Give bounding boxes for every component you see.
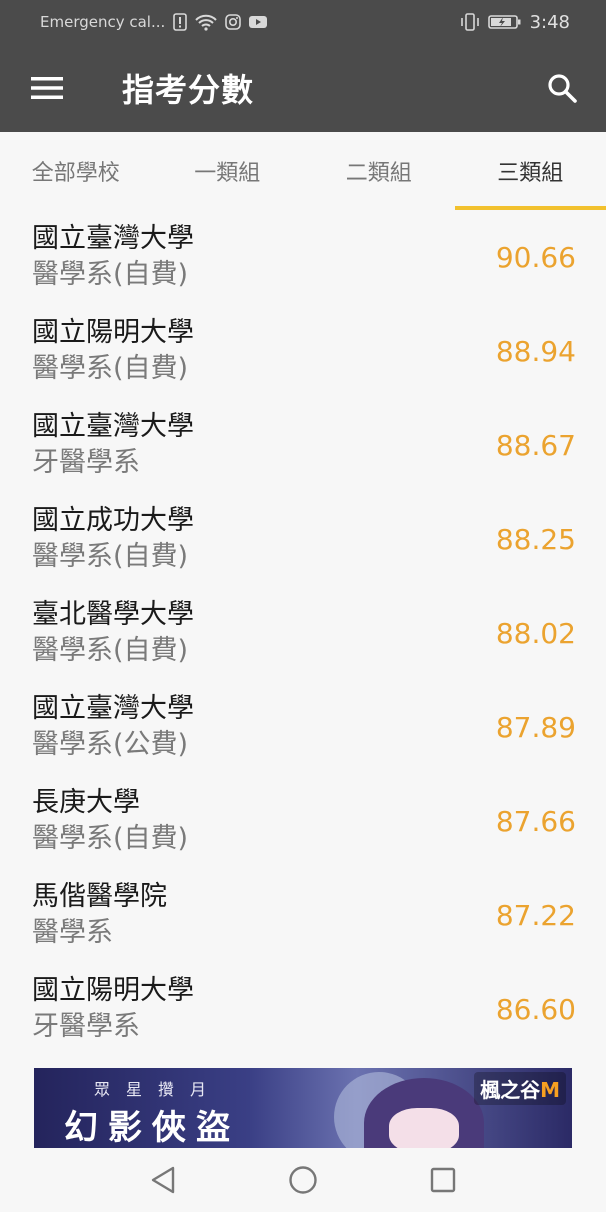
home-button[interactable] — [283, 1160, 323, 1200]
status-left: Emergency cal... — [40, 13, 268, 31]
status-time: 3:48 — [529, 11, 570, 33]
search-button[interactable] — [518, 44, 606, 132]
battery-icon — [487, 14, 522, 30]
school-name: 國立陽明大學 — [32, 975, 194, 1006]
school-name: 長庚大學 — [32, 787, 140, 818]
department-name: 醫學系(自費) — [32, 635, 189, 666]
ad-logo: 楓之谷M — [474, 1072, 566, 1105]
department-name: 醫學系 — [32, 917, 113, 948]
home-icon — [289, 1166, 317, 1194]
list-item-text: 國立臺灣大學 醫學系(公費) — [32, 691, 194, 763]
list-item[interactable]: 國立陽明大學 醫學系(自費) 88.94 — [0, 304, 606, 398]
score-list: 國立臺灣大學 醫學系(自費) 90.66 國立陽明大學 醫學系(自費) 88.9… — [0, 210, 606, 1056]
search-icon — [548, 74, 577, 103]
sim-alert-icon — [173, 13, 188, 31]
list-item[interactable]: 長庚大學 醫學系(自費) 87.66 — [0, 774, 606, 868]
school-name: 國立臺灣大學 — [32, 693, 194, 724]
school-name: 臺北醫學大學 — [32, 599, 194, 630]
list-item[interactable]: 國立陽明大學 牙醫學系 86.60 — [0, 962, 606, 1056]
list-item-text: 國立臺灣大學 牙醫學系 — [32, 409, 194, 481]
menu-button[interactable] — [0, 44, 94, 132]
school-name: 馬偕醫學院 — [32, 881, 167, 912]
score-value: 88.25 — [495, 522, 576, 556]
wifi-icon — [195, 13, 217, 31]
system-nav-bar — [0, 1148, 606, 1212]
school-name: 國立臺灣大學 — [32, 411, 194, 442]
status-right: 3:48 — [460, 12, 570, 33]
list-item-text: 國立陽明大學 醫學系(自費) — [32, 315, 194, 387]
list-item[interactable]: 臺北醫學大學 醫學系(自費) 88.02 — [0, 586, 606, 680]
list-item[interactable]: 國立臺灣大學 醫學系(自費) 90.66 — [0, 210, 606, 304]
list-item-text: 長庚大學 醫學系(自費) — [32, 785, 188, 857]
youtube-icon — [249, 15, 268, 29]
score-value: 87.89 — [495, 710, 576, 744]
school-name: 國立成功大學 — [32, 505, 194, 536]
ad-title: 幻影俠盜 — [64, 1108, 240, 1148]
list-item-text: 國立陽明大學 牙醫學系 — [32, 973, 194, 1045]
category-tabs: 全部學校 一類組 二類組 三類組 — [0, 132, 606, 210]
vibrate-icon — [460, 13, 480, 31]
app-bar: 指考分數 — [0, 44, 606, 132]
school-name: 國立陽明大學 — [32, 317, 194, 348]
back-button[interactable] — [143, 1160, 183, 1200]
status-bar: Emergency cal... 3:48 — [0, 0, 606, 44]
score-value: 88.02 — [495, 616, 576, 650]
score-value: 88.94 — [495, 334, 576, 368]
list-item-text: 馬偕醫學院 醫學系 — [32, 879, 167, 951]
department-name: 牙醫學系 — [32, 1011, 140, 1042]
department-name: 醫學系(自費) — [32, 541, 189, 572]
list-item-text: 國立臺灣大學 醫學系(自費) — [32, 221, 194, 293]
ad-banner[interactable]: 眾星攢月 幻影俠盜 楓之谷M — [34, 1068, 572, 1148]
recents-button[interactable] — [423, 1160, 463, 1200]
school-name: 國立臺灣大學 — [32, 223, 194, 254]
tab-group-1[interactable]: 一類組 — [152, 132, 304, 210]
score-value: 87.66 — [495, 804, 576, 838]
list-item[interactable]: 國立成功大學 醫學系(自費) 88.25 — [0, 492, 606, 586]
tab-all-schools[interactable]: 全部學校 — [0, 132, 152, 210]
page-title: 指考分數 — [122, 71, 255, 109]
department-name: 醫學系(自費) — [32, 823, 189, 854]
ad-logo-m: M — [540, 1078, 560, 1102]
score-value: 86.60 — [495, 992, 576, 1026]
ad-logo-text: 楓之谷 — [480, 1078, 541, 1102]
score-value: 87.22 — [495, 898, 576, 932]
department-name: 醫學系(自費) — [32, 353, 189, 384]
hamburger-menu-icon — [31, 77, 63, 99]
carrier-text: Emergency cal... — [40, 13, 166, 31]
list-item[interactable]: 國立臺灣大學 牙醫學系 88.67 — [0, 398, 606, 492]
instagram-icon — [225, 14, 242, 30]
ad-subtitle: 眾星攢月 — [94, 1080, 223, 1099]
recents-icon — [430, 1167, 456, 1193]
list-item-text: 國立成功大學 醫學系(自費) — [32, 503, 194, 575]
list-item-text: 臺北醫學大學 醫學系(自費) — [32, 597, 194, 669]
department-name: 醫學系(公費) — [32, 729, 189, 760]
score-value: 88.67 — [495, 428, 576, 462]
list-item[interactable]: 馬偕醫學院 醫學系 87.22 — [0, 868, 606, 962]
department-name: 牙醫學系 — [32, 447, 140, 478]
department-name: 醫學系(自費) — [32, 259, 189, 290]
back-icon — [151, 1166, 175, 1194]
ad-character-face — [389, 1108, 459, 1148]
tab-group-3[interactable]: 三類組 — [454, 132, 606, 210]
tab-group-2[interactable]: 二類組 — [303, 132, 455, 210]
score-value: 90.66 — [495, 240, 576, 274]
list-item[interactable]: 國立臺灣大學 醫學系(公費) 87.89 — [0, 680, 606, 774]
